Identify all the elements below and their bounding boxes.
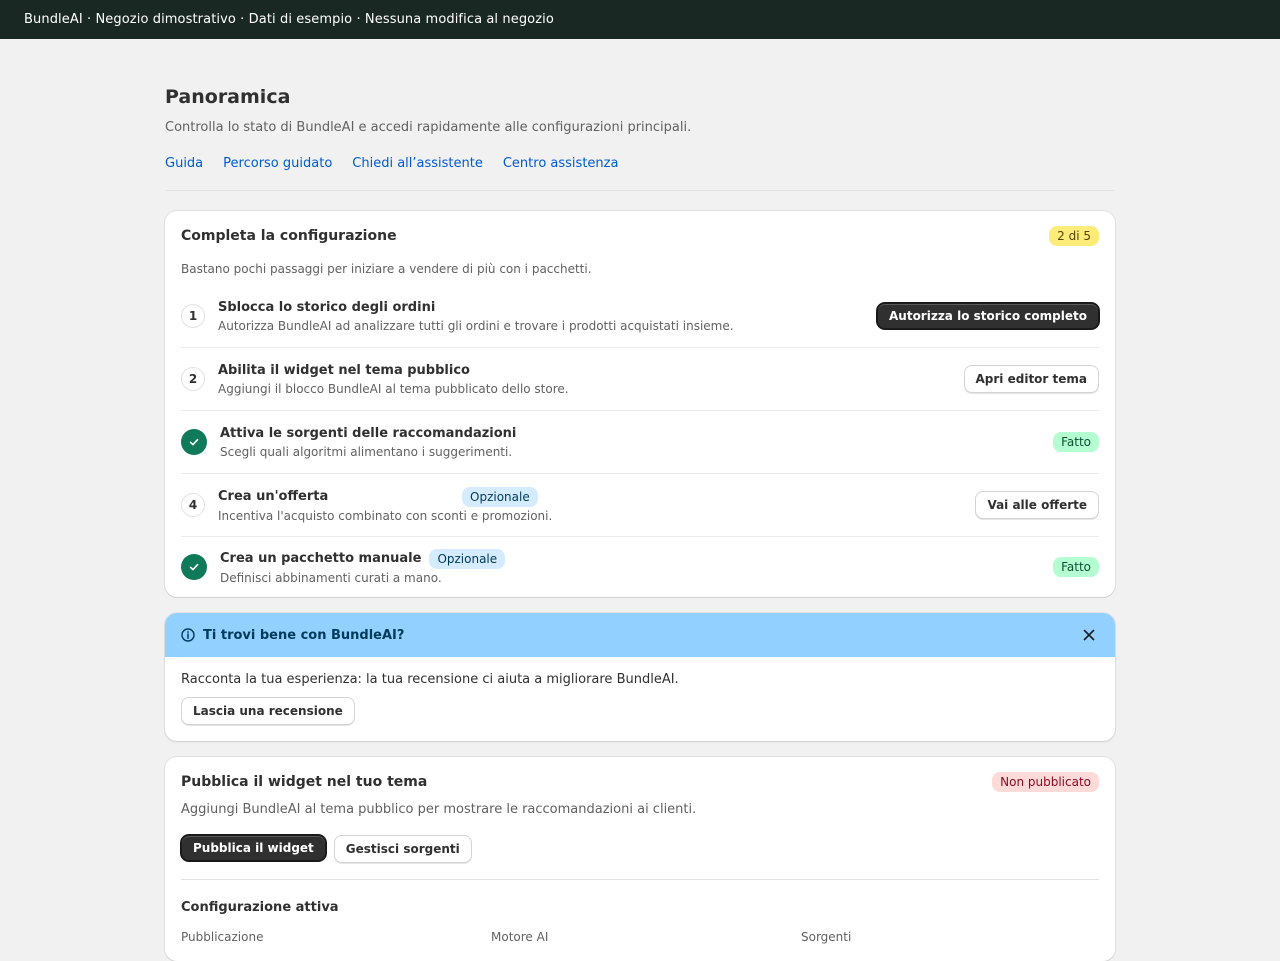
not-published-badge: Non pubblicato [992,772,1099,792]
step-description: Aggiungi il blocco BundleAI al tema pubb… [218,381,569,396]
status-badge-done: Fatto [1053,432,1099,452]
active-config-grid: Pubblicazione Motore AI Sorgenti [181,929,1099,945]
optional-badge: Opzionale [429,548,506,569]
setup-step: Crea un pacchetto manuale Opzionale Defi… [181,537,1099,597]
publish-card-header: Pubblica il widget nel tuo tema Non pubb… [181,772,1099,792]
link-guida[interactable]: Guida [165,155,203,173]
step-description: Definisci abbinamenti curati a mano. [220,570,442,585]
setup-card-description: Bastano pochi passaggi per iniziare a ve… [181,262,592,276]
leave-review-button[interactable]: Lascia una recensione [181,697,355,725]
info-icon [181,628,195,642]
step-title: Crea un'offerta [218,488,329,504]
setup-card-header: Completa la configurazione 2 di 5 [181,226,1099,246]
step-title: Sblocca lo storico degli ordini [218,299,436,315]
close-icon[interactable] [1079,625,1099,645]
setup-card: Completa la configurazione 2 di 5 Bastan… [165,211,1115,597]
step-number: 1 [181,304,205,328]
step-description: Autorizza BundleAI ad analizzare tutti g… [218,318,734,333]
step-description: Incentiva l'acquisto combinato con scont… [218,508,553,523]
publish-card-title: Pubblica il widget nel tuo tema [181,774,428,790]
step-number: 4 [181,493,205,517]
config-label-sources: Sorgenti [801,930,852,944]
setup-step: 1 Sblocca lo storico degli ordini Autori… [181,285,1099,348]
go-to-offers-button[interactable]: Vai alle offerte [975,491,1099,519]
publish-card: Pubblica il widget nel tuo tema Non pubb… [165,757,1115,961]
progress-badge: 2 di 5 [1049,226,1099,246]
divider [181,879,1099,880]
page-title: Panoramica [165,86,291,108]
config-label-ai-engine: Motore AI [491,930,549,944]
check-icon [181,429,207,455]
step-title: Abilita il widget nel tema pubblico [218,362,470,378]
review-banner-text: Racconta la tua esperienza: la tua recen… [181,672,679,687]
page-content: Panoramica Controlla lo stato di BundleA… [165,39,1115,961]
link-centro-assistenza[interactable]: Centro assistenza [503,155,619,173]
quick-links: Guida Percorso guidato Chiedi all’assist… [165,155,1115,191]
link-chiedi-assistente[interactable]: Chiedi all’assistente [352,155,483,173]
setup-step: Attiva le sorgenti delle raccomandazioni… [181,411,1099,474]
step-title: Crea un pacchetto manuale [220,550,422,566]
review-banner-header: Ti trovi bene con BundleAI? [165,613,1115,657]
step-number: 2 [181,367,205,391]
open-theme-editor-button[interactable]: Apri editor tema [963,365,1099,393]
publish-card-description: Aggiungi BundleAI al tema pubblico per m… [181,802,697,817]
manage-sources-button[interactable]: Gestisci sorgenti [333,835,472,863]
review-banner-title: Ti trovi bene con BundleAI? [203,627,405,643]
step-description: Scegli quali algoritmi alimentano i sugg… [220,444,513,459]
setup-step: 2 Abilita il widget nel tema pubblico Ag… [181,348,1099,411]
publish-widget-button[interactable]: Pubblica il widget [181,835,326,861]
step-title: Attiva le sorgenti delle raccomandazioni [220,425,517,441]
optional-badge: Opzionale [462,486,538,507]
page-subtitle: Controlla lo stato di BundleAI e accedi … [165,120,692,135]
setup-steps: 1 Sblocca lo storico degli ordini Autori… [181,285,1099,597]
setup-step: 4 Crea un'offerta Opzionale Incentiva l'… [181,474,1099,537]
status-badge-done: Fatto [1053,557,1099,577]
link-percorso-guidato[interactable]: Percorso guidato [223,155,332,173]
top-bar-text: BundleAI · Negozio dimostrativo · Dati d… [24,12,554,27]
active-config-title: Configurazione attiva [181,900,339,915]
setup-card-title: Completa la configurazione [181,228,397,244]
review-banner: Ti trovi bene con BundleAI? Racconta la … [165,613,1115,741]
top-bar: BundleAI · Negozio dimostrativo · Dati d… [0,0,1280,39]
config-label-publication: Pubblicazione [181,930,264,944]
authorize-history-button[interactable]: Autorizza lo storico completo [877,303,1099,329]
check-icon [181,554,207,580]
